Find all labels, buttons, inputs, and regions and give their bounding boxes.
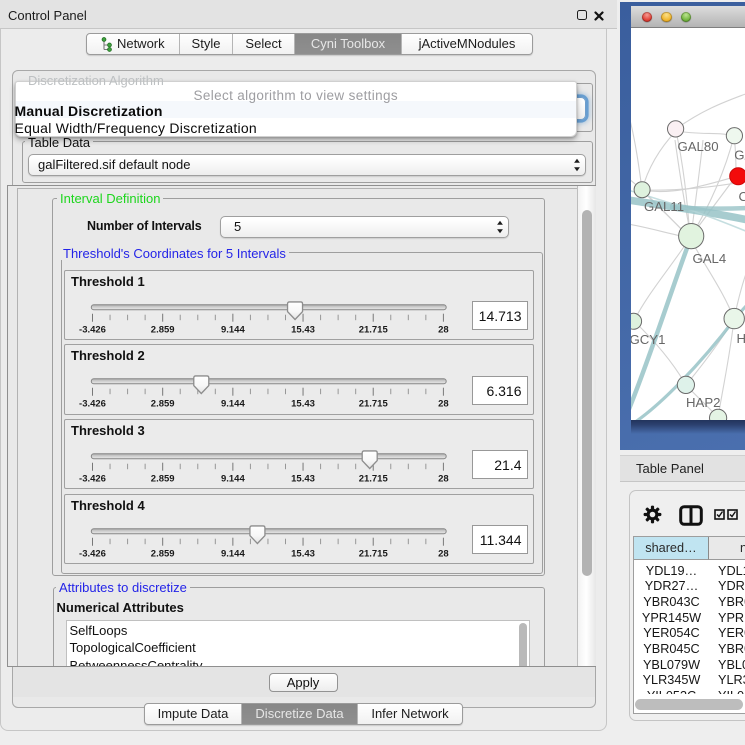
svg-text:GAL11: GAL11 bbox=[644, 199, 684, 214]
svg-text:21.715: 21.715 bbox=[359, 399, 389, 410]
svg-text:2.859: 2.859 bbox=[151, 399, 175, 410]
svg-text:GAL: GAL bbox=[734, 148, 745, 163]
svg-text:15.43: 15.43 bbox=[291, 473, 315, 484]
svg-text:28: 28 bbox=[438, 473, 449, 484]
svg-text:9.144: 9.144 bbox=[221, 324, 245, 335]
svg-text:-3.426: -3.426 bbox=[79, 324, 106, 335]
svg-text:2.859: 2.859 bbox=[151, 473, 175, 484]
svg-text:2.859: 2.859 bbox=[151, 548, 175, 559]
svg-text:15.43: 15.43 bbox=[291, 548, 315, 559]
svg-text:21.715: 21.715 bbox=[359, 324, 389, 335]
svg-text:-3.426: -3.426 bbox=[79, 548, 106, 559]
svg-text:15.43: 15.43 bbox=[291, 399, 315, 410]
svg-text:-3.426: -3.426 bbox=[79, 473, 106, 484]
svg-text:GCY1: GCY1 bbox=[631, 332, 665, 347]
svg-text:C: C bbox=[738, 189, 745, 204]
svg-text:21.715: 21.715 bbox=[359, 548, 389, 559]
svg-text:2.859: 2.859 bbox=[151, 324, 175, 335]
svg-text:GAL80: GAL80 bbox=[677, 139, 718, 154]
svg-text:9.144: 9.144 bbox=[221, 548, 245, 559]
svg-text:-3.426: -3.426 bbox=[79, 399, 106, 410]
svg-text:9.144: 9.144 bbox=[221, 473, 245, 484]
svg-text:15.43: 15.43 bbox=[291, 324, 315, 335]
svg-text:H: H bbox=[736, 331, 745, 346]
svg-text:9.144: 9.144 bbox=[221, 399, 245, 410]
svg-text:21.715: 21.715 bbox=[359, 473, 389, 484]
svg-text:GAL4: GAL4 bbox=[692, 251, 726, 266]
svg-text:28: 28 bbox=[438, 399, 449, 410]
svg-text:HAP2: HAP2 bbox=[686, 395, 720, 410]
svg-text:28: 28 bbox=[438, 548, 449, 559]
svg-text:28: 28 bbox=[438, 324, 449, 335]
